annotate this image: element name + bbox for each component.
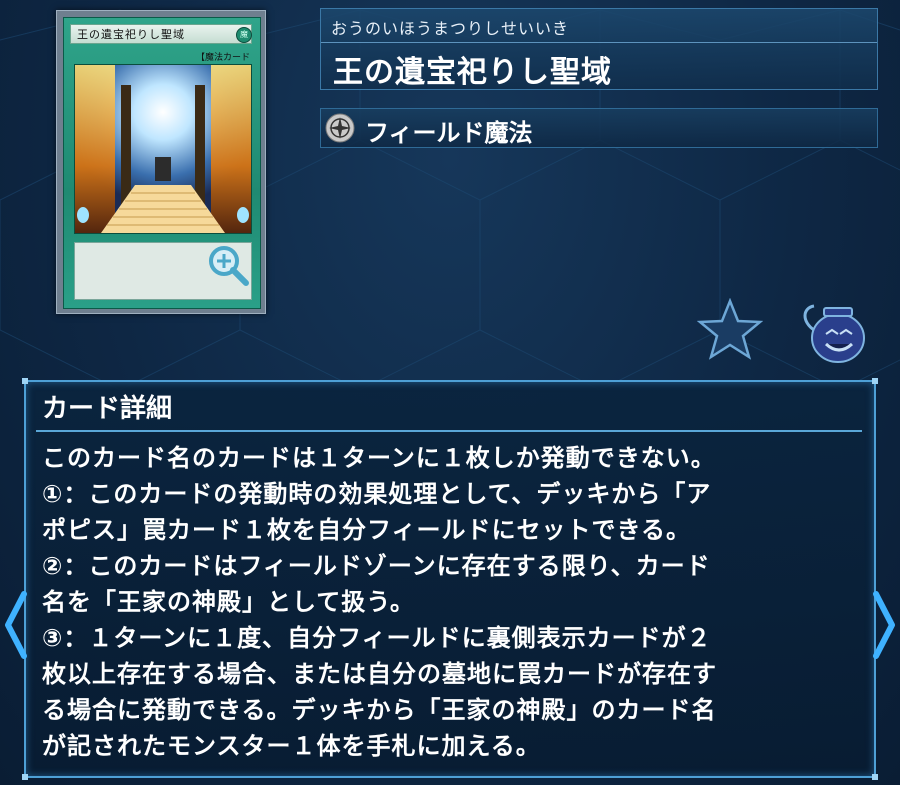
panel-corner [872, 378, 878, 384]
star-icon[interactable] [697, 298, 763, 360]
card-artwork [74, 64, 252, 234]
detail-heading: カード詳細 [42, 394, 173, 424]
panel-corner [872, 774, 878, 780]
card-type-label: フィールド魔法 [365, 119, 533, 147]
card-effect-text: このカード名のカードは１ターンに１枚しか発動できない。 ①：このカードの発動時の… [42, 444, 717, 760]
card-image-name: 王の遺宝祀りし聖域 [70, 24, 252, 44]
panel-corner [22, 378, 28, 384]
pot-icon[interactable] [796, 300, 868, 364]
card-image-type-line: 【魔法カード [195, 53, 250, 63]
next-arrow-icon[interactable] [870, 590, 898, 660]
detail-divider [36, 430, 862, 432]
card-type-panel: フィールド魔法 [320, 108, 878, 148]
card-image[interactable]: 王の遺宝祀りし聖域 魔 【魔法カード [56, 10, 266, 314]
card-name-panel: おうのいほうまつりしせいいき 王の遺宝祀りし聖域 [320, 8, 878, 90]
card-attribute-icon: 魔 [236, 27, 252, 43]
previous-arrow-icon[interactable] [2, 590, 30, 660]
card-name-reading: おうのいほうまつりしせいいき [331, 19, 570, 38]
panel-corner [22, 774, 28, 780]
field-spell-icon [325, 113, 355, 143]
card-detail-panel: カード詳細 このカード名のカードは１ターンに１枚しか発動できない。 ①：このカー… [22, 378, 878, 780]
name-divider [321, 42, 877, 43]
card-name-title: 王の遺宝祀りし聖域 [333, 55, 612, 90]
zoom-in-icon[interactable] [206, 243, 250, 287]
